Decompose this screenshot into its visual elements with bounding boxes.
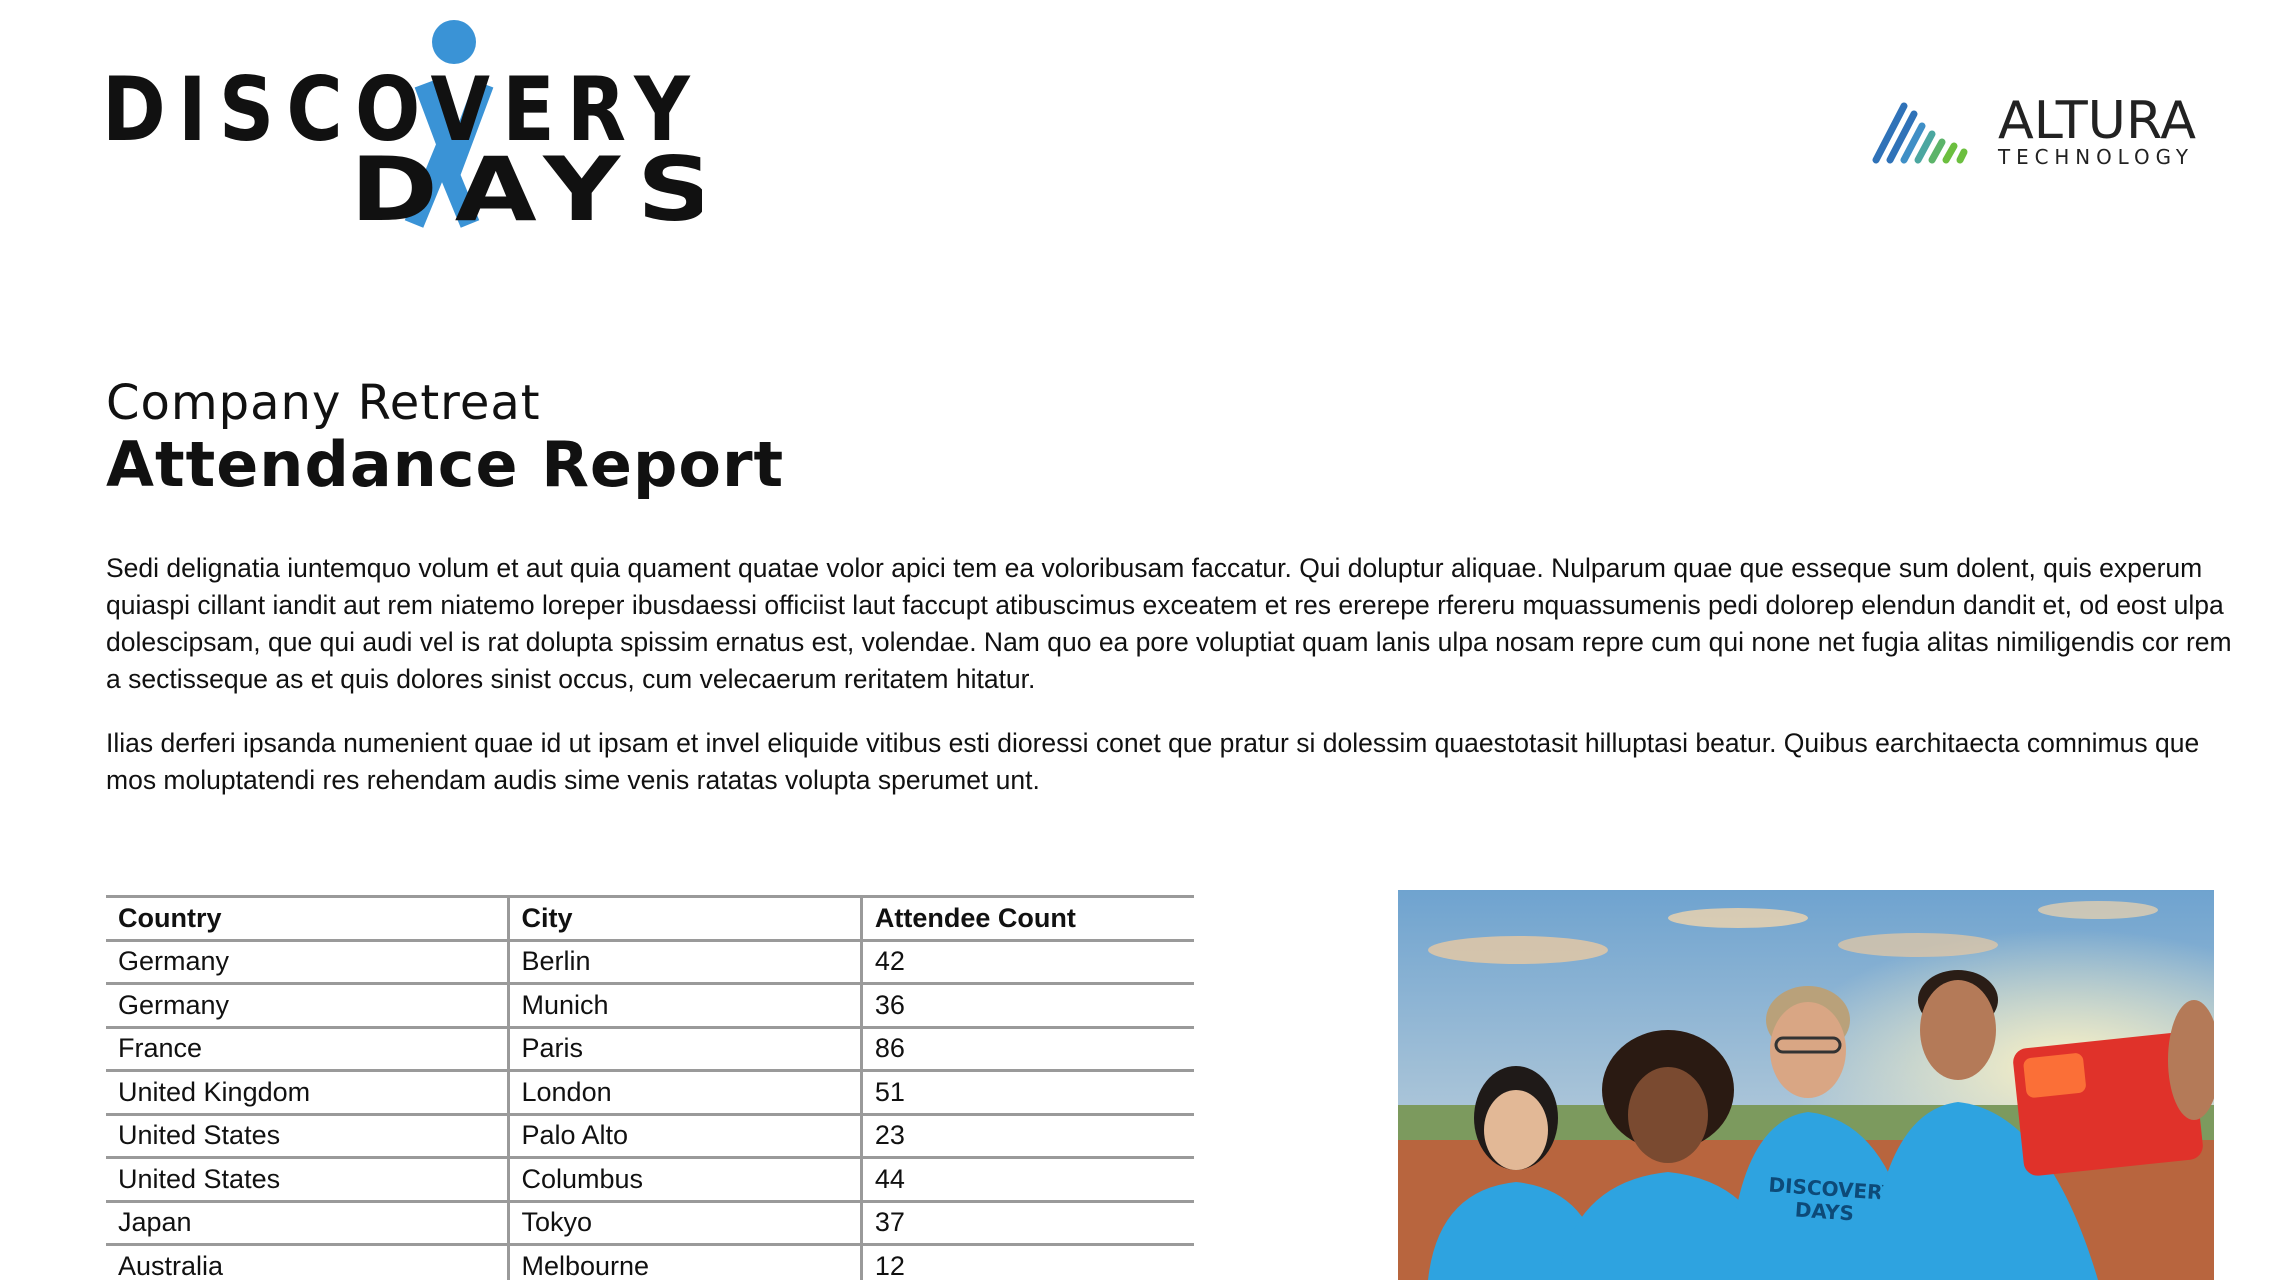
altura-mark-icon [1872,102,1968,164]
altura-tagline: TECHNOLOGY [1997,145,2194,169]
cell-city: Berlin [506,940,862,985]
cell-country: United Kingdom [106,1070,508,1116]
table-row: Australia Melbourne 12 [106,1244,1194,1280]
discovery-days-logo: DISCOVERY DAYS [102,14,702,234]
cell-attendee-count: 37 [859,1201,1194,1246]
body-paragraph-2: Ilias derferi ipsanda numenient quae id … [106,728,2200,795]
altura-technology-logo: ALTURA TECHNOLOGY [1870,92,2220,172]
cell-attendee-count: 86 [859,1027,1194,1072]
cell-country: United States [106,1157,508,1203]
attendees-selfie-photo: DISCOVERY DAYS [1398,890,2214,1280]
header-city: City [506,895,862,942]
header-country: Country [106,895,508,942]
cell-attendee-count: 12 [859,1244,1194,1280]
cell-city: Palo Alto [506,1114,862,1159]
table-row: United States Palo Alto 23 [106,1114,1194,1159]
cell-country: Australia [106,1244,508,1280]
cell-attendee-count: 44 [859,1157,1194,1203]
body-paragraph-1: Sedi delignatia iuntemquo volum et aut q… [106,553,2232,694]
attendance-table: Country City Attendee Count Germany Berl… [106,895,1194,1280]
altura-name: ALTURA [1998,92,2196,151]
cell-city: Columbus [506,1157,862,1203]
cell-city: Paris [506,1027,862,1072]
report-heading: Company Retreat Attendance Report [106,376,784,500]
table-row: Japan Tokyo 37 [106,1201,1194,1246]
table-row: United Kingdom London 51 [106,1070,1194,1116]
report-title: Attendance Report [106,428,785,501]
report-subtitle: Company Retreat [106,375,541,431]
cell-attendee-count: 23 [859,1114,1194,1159]
cell-country: Germany [106,940,508,985]
cell-city: Melbourne [506,1244,862,1280]
report-page: DISCOVERY DAYS ALTURA TECHNOLOGY Company… [0,0,2274,1280]
table-row: Germany Munich 36 [106,983,1194,1029]
shirt-text-line2: DAYS [1794,1197,1855,1225]
header-attendee-count: Attendee Count [859,895,1194,942]
cell-attendee-count: 42 [859,940,1194,985]
dd-logo-line2: DAYS [350,138,702,234]
cell-city: Munich [506,983,862,1029]
table-row: France Paris 86 [106,1027,1194,1072]
cell-attendee-count: 36 [859,983,1194,1029]
report-body: Sedi delignatia iuntemquo volum et aut q… [106,550,2236,826]
cell-city: London [506,1070,862,1116]
cell-country: Japan [106,1201,508,1246]
table-row: Germany Berlin 42 [106,940,1194,985]
cell-attendee-count: 51 [859,1070,1194,1116]
cell-country: United States [106,1114,508,1159]
cell-city: Tokyo [506,1201,862,1246]
table-row: United States Columbus 44 [106,1157,1194,1203]
cell-country: Germany [106,983,508,1029]
cell-country: France [106,1027,508,1072]
table-header-row: Country City Attendee Count [106,895,1194,942]
